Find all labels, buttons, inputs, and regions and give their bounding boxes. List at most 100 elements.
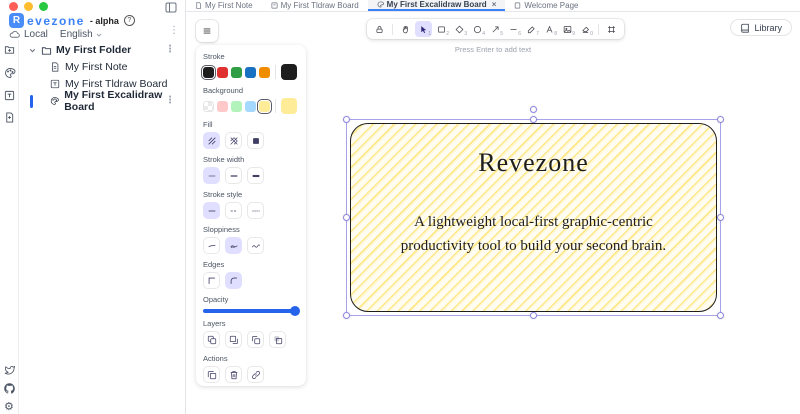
sloppiness-architect-button[interactable] (203, 237, 220, 254)
tree-folder-my-first-folder[interactable]: My First Folder ⋮ (19, 42, 185, 58)
background-color-pink[interactable] (217, 100, 228, 112)
resize-handle-bottom-left[interactable] (343, 312, 350, 319)
ellipse-tool-button[interactable]: 4 (469, 21, 486, 37)
stroke-style-solid-button[interactable] (203, 202, 220, 219)
fill-crosshatch-button[interactable] (225, 132, 242, 149)
folder-label: My First Folder (56, 44, 132, 56)
link-button[interactable] (247, 366, 264, 383)
add-folder-icon[interactable] (4, 44, 15, 55)
edges-round-button[interactable] (225, 272, 242, 289)
item-more-icon[interactable]: ⋮ (165, 96, 175, 106)
stroke-color-black[interactable] (201, 64, 216, 80)
shape-title-text[interactable]: Revezone (351, 148, 716, 178)
folder-more-icon[interactable]: ⋮ (165, 45, 175, 55)
bring-to-front-button[interactable] (269, 331, 286, 348)
add-tldraw-board-icon[interactable] (4, 90, 15, 101)
opacity-slider-knob[interactable] (290, 306, 300, 316)
minimize-window-button[interactable] (24, 2, 33, 11)
background-color-transparent[interactable] (203, 100, 214, 112)
stroke-width-extrabold-button[interactable] (247, 167, 264, 184)
stroke-color-green[interactable] (231, 66, 242, 78)
stroke-color-red[interactable] (217, 66, 228, 78)
maximize-window-button[interactable] (39, 2, 48, 11)
github-icon[interactable] (4, 383, 15, 394)
stroke-style-dashed-button[interactable] (225, 202, 242, 219)
rectangle-icon (438, 26, 445, 32)
fill-solid-button[interactable] (247, 132, 264, 149)
background-color-green[interactable] (231, 100, 242, 112)
selection-tool-button[interactable]: 1 (415, 21, 432, 37)
excalidraw-canvas[interactable]: 1 2 3 4 5 6 7 8 9 0 Press Enter to add t… (186, 12, 800, 414)
hand-tool-button[interactable] (397, 21, 414, 37)
sidebar-icon-strip: ⚙ (0, 40, 19, 414)
background-color-yellow[interactable] (257, 98, 272, 114)
resize-handle-bottom[interactable] (529, 312, 537, 319)
palette-icon (50, 97, 59, 105)
tree-item-my-first-excalidraw-board[interactable]: My First Excalidraw Board ⋮ (19, 89, 185, 113)
tree-item-my-first-note[interactable]: My First Note (19, 59, 185, 75)
stroke-color-orange[interactable] (259, 66, 270, 78)
more-tools-button[interactable] (603, 21, 620, 37)
eraser-tool-button[interactable]: 0 (577, 21, 594, 37)
help-icon[interactable]: ? (123, 15, 135, 26)
twitter-icon[interactable] (4, 364, 15, 375)
fill-hachure-button[interactable] (203, 132, 220, 149)
shape-body-text[interactable]: A lightweight local-first graphic-centri… (351, 210, 716, 258)
sloppiness-cartoonist-button[interactable] (247, 237, 264, 254)
stroke-color-blue[interactable] (245, 66, 256, 78)
background-color-blue[interactable] (245, 100, 256, 112)
stroke-style-dotted-button[interactable] (247, 202, 264, 219)
tab-my-first-excalidraw-board[interactable]: My First Excalidraw Board × (367, 0, 506, 11)
page-icon (515, 2, 521, 8)
tab-welcome-page[interactable]: Welcome Page (505, 0, 587, 11)
image-tool-button[interactable]: 9 (559, 21, 576, 37)
resize-handle-top[interactable] (529, 116, 537, 123)
resize-handle-top-right[interactable] (717, 116, 724, 123)
settings-gear-icon[interactable]: ⚙ (4, 400, 14, 413)
library-book-icon (741, 23, 750, 33)
app-name: evezone (27, 13, 85, 28)
send-backward-button[interactable] (225, 331, 242, 348)
lock-tool-button[interactable] (371, 21, 388, 37)
rectangle-tool-button[interactable]: 2 (433, 21, 450, 37)
close-window-button[interactable] (9, 2, 18, 11)
add-excalidraw-board-icon[interactable] (4, 67, 16, 79)
bring-forward-button[interactable] (247, 331, 264, 348)
storage-label[interactable]: Local (24, 29, 48, 40)
language-selector[interactable]: English (60, 29, 103, 40)
cloud-icon (9, 29, 20, 40)
diamond-tool-button[interactable]: 3 (451, 21, 468, 37)
text-tool-button[interactable]: 8 (541, 21, 558, 37)
rotate-handle[interactable] (529, 106, 537, 113)
line-tool-button[interactable]: 6 (505, 21, 522, 37)
sloppiness-artist-button[interactable] (225, 237, 242, 254)
app-logo: R evezone - alpha ? (9, 13, 135, 28)
stroke-width-bold-button[interactable] (225, 167, 242, 184)
current-background-color[interactable] (281, 98, 297, 114)
resize-handle-left[interactable] (343, 213, 350, 221)
arrow-tool-button[interactable]: 5 (487, 21, 504, 37)
current-stroke-color[interactable] (281, 64, 297, 80)
send-to-back-button[interactable] (203, 331, 220, 348)
opacity-slider[interactable] (203, 306, 300, 316)
tab-my-first-tldraw-board[interactable]: My First Tldraw Board (262, 0, 368, 11)
drawn-rectangle[interactable]: Revezone A lightweight local-first graph… (350, 123, 717, 312)
collapse-sidebar-icon[interactable] (165, 2, 177, 13)
tab-my-first-note[interactable]: My First Note (186, 0, 262, 11)
resize-handle-right[interactable] (717, 213, 724, 221)
draw-tool-button[interactable]: 7 (523, 21, 540, 37)
resize-handle-bottom-right[interactable] (717, 312, 724, 319)
stroke-width-thin-button[interactable] (203, 167, 220, 184)
duplicate-button[interactable] (203, 366, 220, 383)
library-button[interactable]: Library (730, 19, 792, 36)
sidebar-more-icon[interactable]: ⋮ (169, 26, 179, 36)
resize-handle-top-left[interactable] (343, 116, 350, 123)
main-menu-button[interactable] (196, 20, 218, 42)
tool-toolbar: 1 2 3 4 5 6 7 8 9 0 (367, 19, 624, 39)
add-note-icon[interactable] (4, 112, 15, 123)
delete-button[interactable] (225, 366, 242, 383)
edges-sharp-button[interactable] (203, 272, 220, 289)
tree-item-label: My First Note (65, 61, 128, 73)
close-tab-icon[interactable]: × (492, 0, 497, 9)
fill-section: Fill (203, 120, 299, 149)
